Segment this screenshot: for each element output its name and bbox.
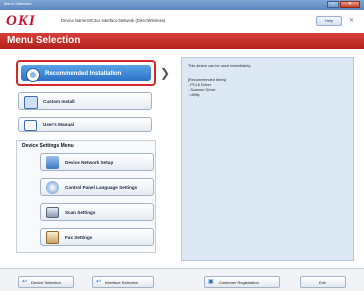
device-selection-button[interactable]: ↩ Device Selection [18,276,74,288]
device-network-setup-label: Device Network Setup [65,160,114,165]
exit-button[interactable]: Exit [300,276,346,288]
customer-registration-label: Customer Registration [219,280,259,285]
users-manual-label: User's Manual [43,122,74,127]
customer-registration-button[interactable]: ▣ Customer Registration [204,276,280,288]
recommended-installation-highlight: Recommended Installation [21,65,151,82]
recommended-installation-button[interactable]: Recommended Installation [16,60,156,86]
custom-install-button[interactable]: Custom Install [18,92,152,110]
close-button[interactable]: ✕ [340,1,360,8]
help-button[interactable]: Help [316,16,342,26]
info-panel: This device can be used immediately. [Re… [181,57,354,261]
info-line: - Scanner Driver [188,88,216,92]
interface-selection-button[interactable]: ↩ Interface Selection [92,276,154,288]
fax-settings-label: Fax Settings [65,235,93,240]
device-network-setup-button[interactable]: Device Network Setup [40,153,154,171]
scanner-icon [46,207,59,218]
custom-install-icon [24,96,38,109]
oki-logo: OKI [6,13,36,29]
device-info-text: Device Name:MC3xx Interface:Network (Dir… [61,18,166,23]
device-selection-label: Device Selection [31,280,61,285]
minimize-button[interactable]: – [327,1,339,8]
custom-install-label: Custom Install [43,99,75,104]
info-line: [Recommended Items] [188,78,227,82]
window-controls: – ✕ [326,1,360,9]
info-line: - PCL6 Driver [188,83,211,87]
close-help-icon[interactable]: ✕ [347,17,356,25]
help-button-label: Help [324,18,334,23]
menu-banner: Menu Selection [0,33,364,49]
chevron-right-icon: ❯ [160,66,171,80]
page-title: Menu Selection [7,35,81,46]
disc-icon [26,68,40,82]
control-panel-language-label: Control Panel Language Settings [65,185,138,190]
fax-settings-button[interactable]: Fax Settings [40,228,154,246]
network-icon [46,156,59,169]
device-settings-title: Device Settings Menu [22,143,74,149]
exit-label: Exit [319,280,326,285]
recommended-installation-label: Recommended Installation [45,71,122,77]
window-title: Menu Selection [4,1,32,6]
title-bar: Menu Selection – ✕ [0,0,364,10]
language-icon [46,181,59,194]
interface-selection-label: Interface Selection [105,280,139,285]
info-line: This device can be used immediately. [188,64,252,68]
book-icon [24,120,37,131]
scan-settings-button[interactable]: Scan Settings [40,203,154,221]
fax-icon [46,231,59,244]
installer-window: Menu Selection – ✕ OKI Device Name:MC3xx… [0,0,364,291]
control-panel-language-button[interactable]: Control Panel Language Settings [40,178,154,196]
users-manual-button[interactable]: User's Manual [18,117,152,132]
info-line: - Utility [188,93,200,97]
registration-icon: ▣ [208,279,214,285]
back-arrow-icon: ↩ [22,279,28,285]
scan-settings-label: Scan Settings [65,210,96,215]
back-arrow-icon: ↩ [96,279,102,285]
